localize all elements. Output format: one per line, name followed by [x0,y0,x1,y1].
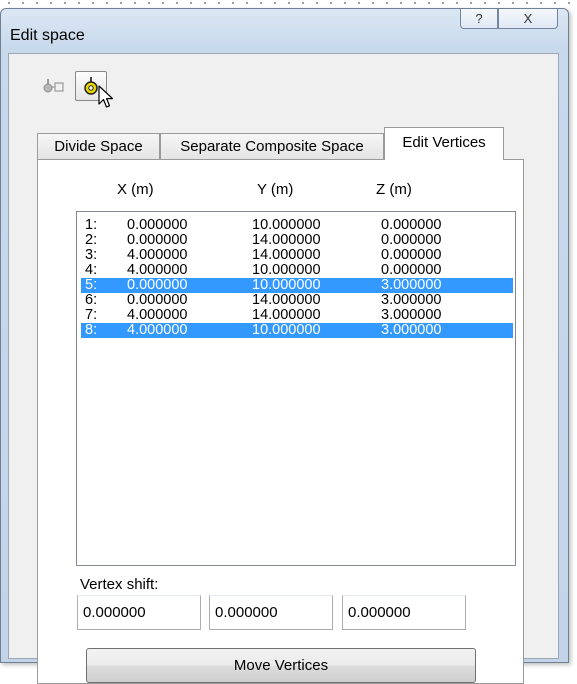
vertex-shift-label: Vertex shift: [80,576,159,593]
column-header-y: Y (m) [257,181,294,198]
shift-z-field[interactable]: 0.000000 [342,595,466,630]
column-header-z: Z (m) [376,181,412,198]
vertex-row[interactable]: 1: 0.000000 10.000000 0.000000 [81,218,513,233]
dialog-client-area: Divide Space Separate Composite Space Ed… [8,53,559,684]
pick-vertex-icon[interactable] [41,74,67,100]
close-button[interactable]: X [498,9,558,29]
shift-x-field[interactable]: 0.000000 [77,595,201,630]
edit-space-dialog: Edit space ? X Divide Space Separate Com… [0,8,569,684]
help-icon: ? [475,11,483,26]
column-header-x: X (m) [117,181,154,198]
tab-divide-space[interactable]: Divide Space [37,133,160,159]
mouse-cursor-icon [98,85,114,108]
vertex-row[interactable]: 6: 0.000000 14.000000 3.000000 [81,293,513,308]
help-button[interactable]: ? [460,9,498,29]
vertex-row[interactable]: 7: 4.000000 14.000000 3.000000 [81,308,513,323]
vertex-row[interactable]: 4: 4.000000 10.000000 0.000000 [81,263,513,278]
close-icon: X [523,11,533,26]
tab-separate-composite-space[interactable]: Separate Composite Space [160,133,384,159]
vertex-list[interactable]: 1: 0.000000 10.000000 0.000000 2: 0.0000… [76,211,516,566]
tab-edit-vertices[interactable]: Edit Vertices [384,127,504,160]
vertex-row-selected[interactable]: 8: 4.000000 10.000000 3.000000 [81,323,513,338]
window-title: Edit space [10,27,85,44]
vertex-row[interactable]: 2: 0.000000 14.000000 0.000000 [81,233,513,248]
shift-y-field[interactable]: 0.000000 [209,595,333,630]
move-vertices-button[interactable]: Move Vertices [86,648,476,683]
vertex-row[interactable]: 3: 4.000000 14.000000 0.000000 [81,248,513,263]
vertex-row-selected[interactable]: 5: 0.000000 10.000000 3.000000 [81,278,513,293]
